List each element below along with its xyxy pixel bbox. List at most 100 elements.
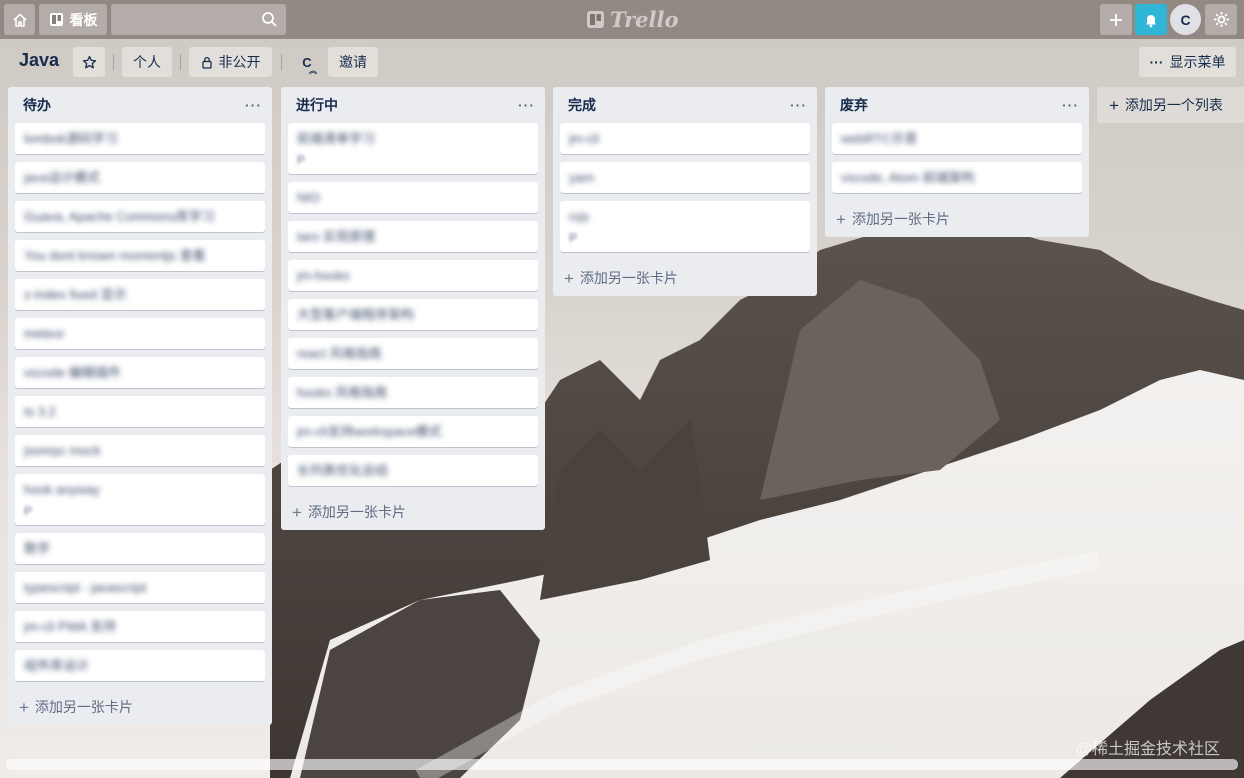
card[interactable]: ts 3.2 bbox=[15, 396, 265, 427]
settings-button[interactable] bbox=[1205, 4, 1237, 35]
card-title: 前端清单学习 bbox=[297, 131, 376, 146]
search-input[interactable] bbox=[111, 4, 286, 35]
privacy-button[interactable]: 非公开 bbox=[189, 47, 272, 77]
list-in-progress: 进行中 ··· 前端清单学习 P NIO taro 实现原理 jm-hooks 大型客户端… bbox=[281, 87, 545, 530]
card-title: react 风格指南 bbox=[297, 346, 382, 361]
card[interactable]: webRTC示意 bbox=[832, 123, 1082, 154]
boards-label: 看板 bbox=[69, 11, 98, 28]
card[interactable]: You dont known momentjs 查看 bbox=[15, 240, 265, 271]
show-menu-label: 显示菜单 bbox=[1169, 54, 1226, 70]
trello-logo[interactable]: Trello bbox=[586, 6, 679, 32]
scrollbar-thumb[interactable] bbox=[6, 759, 1238, 770]
card[interactable]: jsonrpc mock bbox=[15, 435, 265, 466]
home-button[interactable] bbox=[4, 4, 35, 35]
card[interactable]: 大型客户端程序架构 bbox=[288, 299, 538, 330]
team-visibility-button[interactable]: 个人 bbox=[122, 47, 172, 77]
card[interactable]: hooks 风格指南 bbox=[288, 377, 538, 408]
card-title: jsonrpc mock bbox=[24, 443, 101, 458]
card[interactable]: meteor bbox=[15, 318, 265, 349]
list-menu-icon[interactable]: ··· bbox=[245, 97, 262, 113]
card[interactable]: z-index fixed 显示 bbox=[15, 279, 265, 310]
list-title[interactable]: 进行中 bbox=[296, 95, 338, 115]
boards-button[interactable]: 看板 bbox=[39, 4, 107, 35]
card-title: jm-cli bbox=[569, 131, 600, 146]
card-title: hook anyway bbox=[24, 482, 100, 497]
private-label: 非公开 bbox=[218, 54, 261, 70]
card[interactable]: jm-hooks bbox=[288, 260, 538, 291]
card-title: taro 实现原理 bbox=[297, 229, 376, 244]
card-container: 前端清单学习 P NIO taro 实现原理 jm-hooks 大型客户端程序架构 reac… bbox=[281, 123, 545, 486]
invite-button[interactable]: 邀请 bbox=[328, 47, 378, 77]
card[interactable]: taro 实现原理 bbox=[288, 221, 538, 252]
card[interactable]: java设计模式 bbox=[15, 162, 265, 193]
card-title: webRTC示意 bbox=[841, 131, 918, 146]
list-menu-icon[interactable]: ··· bbox=[1062, 97, 1079, 113]
list-title[interactable]: 待办 bbox=[23, 95, 51, 115]
card-title: z-index fixed 显示 bbox=[24, 287, 127, 302]
card[interactable]: 前端清单学习 P bbox=[288, 123, 538, 174]
horizontal-scrollbar[interactable] bbox=[6, 759, 1238, 770]
card-title: ts 3.2 bbox=[24, 404, 56, 419]
add-card-button[interactable]: + 添加另一张卡片 bbox=[553, 260, 817, 296]
list-menu-icon[interactable]: ··· bbox=[790, 97, 807, 113]
card-title: NIO bbox=[297, 190, 321, 205]
card-title: jm-hooks bbox=[297, 268, 350, 283]
card[interactable]: 组件库设计 bbox=[15, 650, 265, 681]
card[interactable]: jm-cli PWA 支持 bbox=[15, 611, 265, 642]
plus-icon: + bbox=[19, 697, 29, 717]
card-title: hooks 风格指南 bbox=[297, 385, 388, 400]
plus-icon: + bbox=[1109, 95, 1119, 115]
card-title: 大型客户端程序架构 bbox=[297, 307, 415, 322]
gear-icon bbox=[1213, 12, 1229, 27]
card[interactable]: rxjs P bbox=[560, 201, 810, 252]
card[interactable]: typescript - javascript bbox=[15, 572, 265, 603]
add-card-button[interactable]: + 添加另一张卡片 bbox=[8, 689, 272, 725]
header-divider bbox=[180, 54, 181, 70]
notifications-button[interactable] bbox=[1135, 4, 1167, 35]
list-header[interactable]: 完成 ··· bbox=[553, 87, 817, 123]
card-container: webRTC示意 vscode, Atom 前端架构 bbox=[825, 123, 1089, 193]
card[interactable]: vscode, Atom 前端架构 bbox=[832, 162, 1082, 193]
board-member-avatar[interactable]: C ︽ bbox=[294, 49, 320, 75]
add-list-button[interactable]: + 添加另一个列表 bbox=[1097, 87, 1244, 123]
list-title[interactable]: 废弃 bbox=[840, 95, 868, 115]
show-menu-button[interactable]: ··· 显示菜单 bbox=[1139, 47, 1236, 77]
header-divider bbox=[281, 54, 282, 70]
card[interactable]: NIO bbox=[288, 182, 538, 213]
card-title: vscode 编辑插件 bbox=[24, 365, 121, 380]
logo-text: Trello bbox=[610, 6, 679, 32]
card[interactable]: react 风格指南 bbox=[288, 338, 538, 369]
card[interactable]: lombok源码学习 bbox=[15, 123, 265, 154]
add-card-button[interactable]: + 添加另一张卡片 bbox=[825, 201, 1089, 237]
list-menu-icon[interactable]: ··· bbox=[518, 97, 535, 113]
user-avatar[interactable]: C bbox=[1170, 4, 1201, 35]
card[interactable]: jm-cli bbox=[560, 123, 810, 154]
list-title[interactable]: 完成 bbox=[568, 95, 596, 115]
card[interactable]: 长列表优化总结 bbox=[288, 455, 538, 486]
card-title: jm-cli PWA 支持 bbox=[24, 619, 116, 634]
card[interactable]: yarn bbox=[560, 162, 810, 193]
list-header[interactable]: 废弃 ··· bbox=[825, 87, 1089, 123]
star-icon bbox=[82, 55, 96, 68]
card[interactable]: Guava, Apache Commons库学习 bbox=[15, 201, 265, 232]
card[interactable]: jm-cli支持workspace模式 bbox=[288, 416, 538, 447]
search-icon bbox=[262, 12, 277, 27]
card[interactable]: hook anyway P bbox=[15, 474, 265, 525]
card-badge: P bbox=[569, 231, 578, 245]
card-title: You dont known momentjs 查看 bbox=[24, 248, 206, 263]
create-button[interactable] bbox=[1100, 4, 1132, 35]
card[interactable]: vscode 编辑插件 bbox=[15, 357, 265, 388]
list-done: 完成 ··· jm-cli yarn rxjs P + 添加另一张卡片 bbox=[553, 87, 817, 296]
header-divider bbox=[113, 54, 114, 70]
top-navigation-bar: 看板 Trello C bbox=[0, 0, 1244, 39]
add-card-label: 添加另一张卡片 bbox=[34, 699, 133, 715]
card-title: 数学 bbox=[24, 541, 51, 556]
card[interactable]: 数学 bbox=[15, 533, 265, 564]
add-card-button[interactable]: + 添加另一张卡片 bbox=[281, 494, 545, 530]
card-container: jm-cli yarn rxjs P bbox=[553, 123, 817, 252]
list-header[interactable]: 待办 ··· bbox=[8, 87, 272, 123]
card-title: vscode, Atom 前端架构 bbox=[841, 170, 975, 185]
board-title[interactable]: Java bbox=[19, 50, 59, 74]
list-header[interactable]: 进行中 ··· bbox=[281, 87, 545, 123]
star-board-button[interactable] bbox=[73, 47, 105, 77]
